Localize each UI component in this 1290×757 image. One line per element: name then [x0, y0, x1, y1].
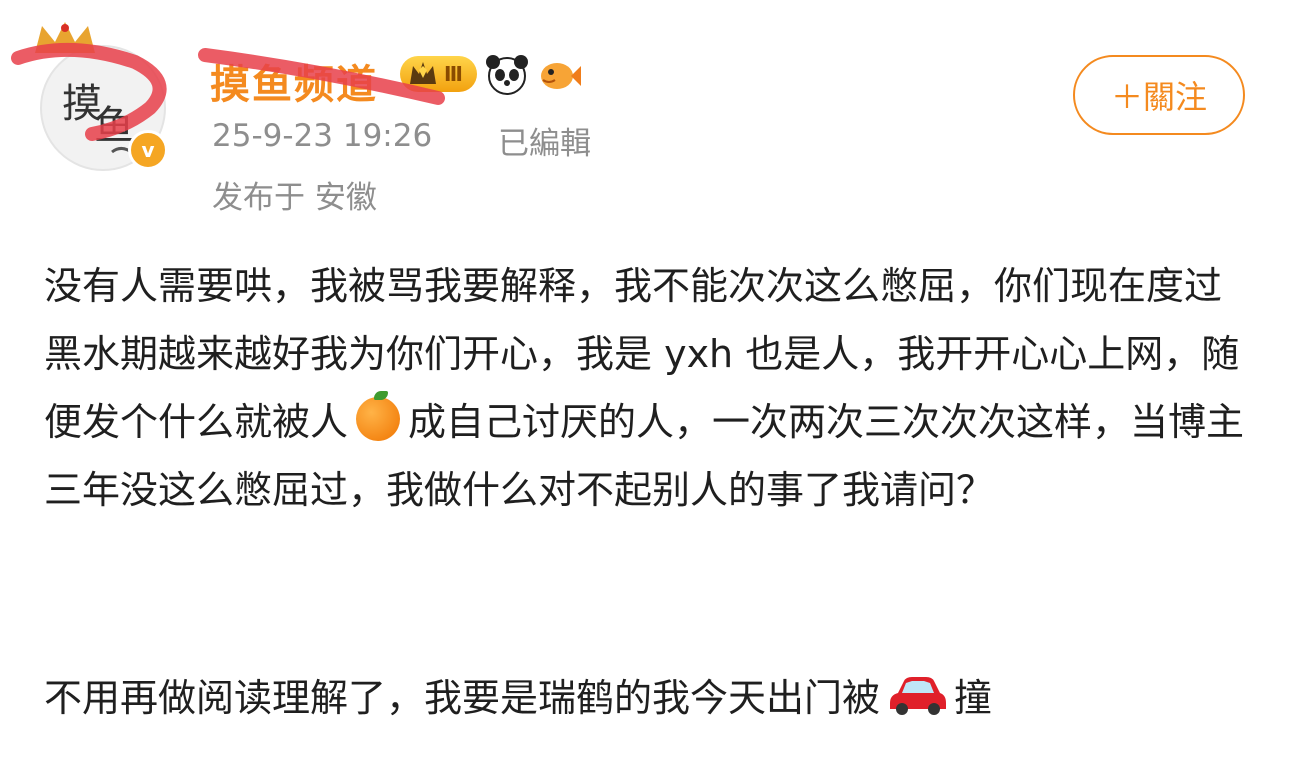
level-badge[interactable]: Ⅲ	[400, 56, 477, 92]
post-location: 发布于 安徽	[212, 180, 377, 216]
panda-icon	[485, 55, 528, 95]
crown-icon	[410, 62, 436, 84]
username[interactable]: 摸鱼频道	[210, 52, 378, 110]
post-paragraph-2-text-b: 撞	[954, 676, 993, 720]
follow-button[interactable]: ＋關注	[1073, 55, 1245, 135]
post-paragraph-2: 不用再做阅读理解了，我要是瑞鹤的我今天出门被 撞	[44, 664, 1254, 732]
post-paragraph-1: 没有人需要哄，我被骂我要解释，我不能次次这么憋屈，你们现在度过黑水期越来越好我为…	[44, 252, 1254, 524]
badge-row: Ⅲ	[400, 52, 583, 96]
post-timestamp: 25-9-23 19:26	[212, 118, 433, 154]
car-emoji	[890, 677, 947, 715]
crown-decoration-icon	[35, 22, 95, 53]
post-paragraph-2-text-a: 不用再做阅读理解了，我要是瑞鹤的我今天出门被	[44, 676, 881, 720]
edited-label[interactable]: 已編輯	[498, 118, 591, 163]
verified-icon: v	[128, 130, 168, 170]
svg-text:鱼: 鱼	[94, 103, 134, 149]
fish-icon	[540, 63, 581, 89]
level-label: Ⅲ	[444, 62, 463, 86]
orange-emoji	[356, 391, 401, 441]
